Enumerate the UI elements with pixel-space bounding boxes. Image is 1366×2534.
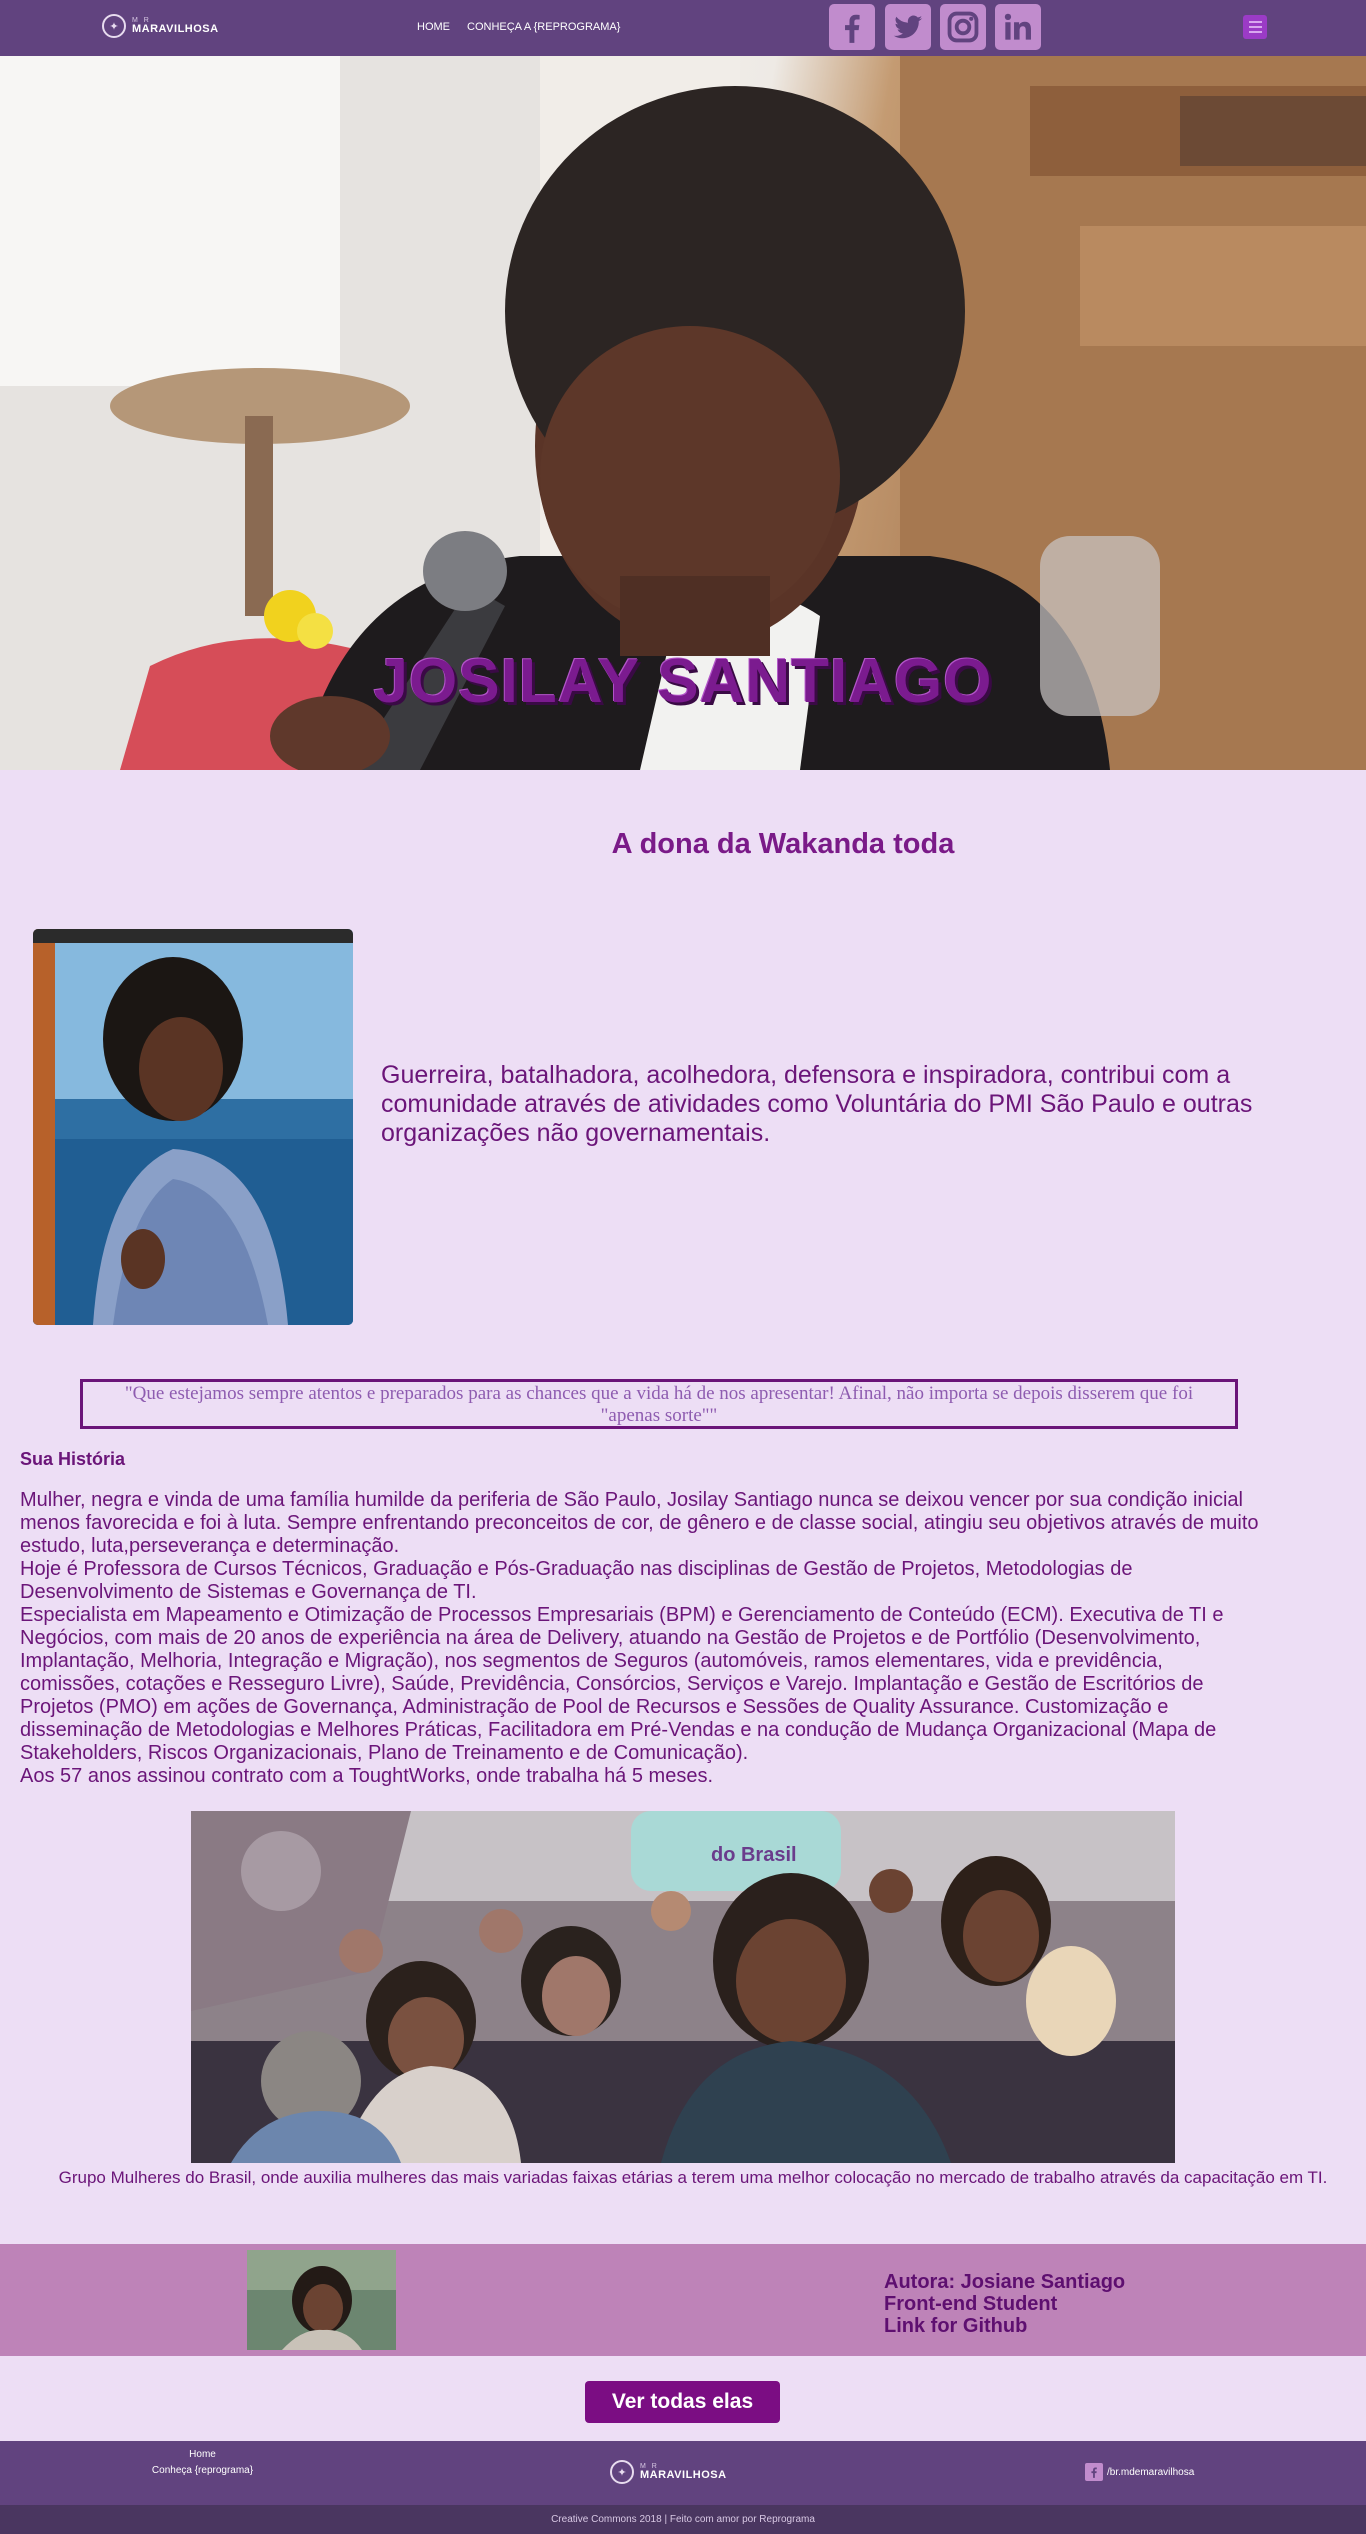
author-role: Front-end Student [884, 2293, 1058, 2315]
footer-links: Home Conheça {reprograma} [150, 2449, 255, 2481]
banner-text: do Brasil [711, 1844, 797, 1866]
see-all-button[interactable]: Ver todas elas [585, 2381, 780, 2423]
group-photo-caption: Grupo Mulheres do Brasil, onde auxilia m… [58, 2168, 1328, 2187]
twitter-icon[interactable] [885, 4, 931, 50]
site-logo[interactable]: ✦ M R MARAVILHOSA [102, 14, 219, 38]
author-photo [247, 2250, 396, 2350]
logo-emblem-icon: ✦ [102, 14, 126, 38]
linkedin-icon[interactable] [995, 4, 1041, 50]
story-title: Sua História [20, 1449, 126, 1469]
nav-home-link[interactable]: HOME [417, 21, 450, 33]
footer-logo[interactable]: ✦ M R MARAVILHOSA [610, 2460, 727, 2484]
author-section: Autora: Josiane Santiago Front-end Stude… [0, 2244, 1366, 2356]
story-paragraph: Especialista em Mapeamento e Otimização … [20, 1604, 1224, 1764]
story-body: Mulher, negra e vinda de uma família hum… [20, 1489, 1260, 1788]
tagline-heading: A dona da Wakanda toda [611, 828, 955, 860]
footer-facebook-text: /br.mdemaravilhosa [1107, 2466, 1195, 2478]
footer: Home Conheça {reprograma} ✦ M R MARAVILH… [0, 2441, 1366, 2505]
intro-paragraph: Guerreira, batalhadora, acolhedora, defe… [381, 1061, 1253, 1147]
story-paragraph: Hoje é Professora de Cursos Técnicos, Gr… [20, 1558, 1133, 1603]
logo-big-text: MARAVILHOSA [132, 23, 219, 35]
top-navbar: ✦ M R MARAVILHOSA HOME CONHEÇA A {REPROG… [0, 0, 1366, 56]
facebook-icon [1085, 2463, 1103, 2481]
footer-conheca-link[interactable]: Conheça {reprograma} [150, 2465, 255, 2477]
story-paragraph: Aos 57 anos assinou contrato com a Tough… [20, 1765, 714, 1787]
author-info: Autora: Josiane Santiago Front-end Stude… [884, 2271, 1125, 2337]
author-name: Autora: Josiane Santiago [884, 2271, 1126, 2293]
hamburger-menu-icon[interactable] [1243, 15, 1267, 39]
copyright-bar: Creative Commons 2018 | Feito com amor p… [0, 2505, 1366, 2534]
group-photo: do Brasil [191, 1811, 1175, 2163]
facebook-icon[interactable] [829, 4, 875, 50]
footer-logo-big-text: MARAVILHOSA [640, 2469, 727, 2481]
footer-home-link[interactable]: Home [150, 2449, 255, 2461]
hero-banner: JOSILAY SANTIAGO [0, 56, 1366, 770]
footer-facebook-link[interactable]: /br.mdemaravilhosa [1085, 2463, 1194, 2481]
profile-photo [33, 929, 353, 1325]
story-paragraph: Mulher, negra e vinda de uma família hum… [20, 1489, 1259, 1557]
instagram-icon[interactable] [940, 4, 986, 50]
author-github-link[interactable]: Link for Github [884, 2315, 1125, 2337]
hero-name-heading: JOSILAY SANTIAGO [373, 647, 993, 716]
logo-emblem-icon: ✦ [610, 2460, 634, 2484]
quote-box: "Que estejamos sempre atentos e preparad… [80, 1379, 1238, 1429]
nav-conheca-link[interactable]: CONHEÇA A {REPROGRAMA} [467, 21, 620, 33]
